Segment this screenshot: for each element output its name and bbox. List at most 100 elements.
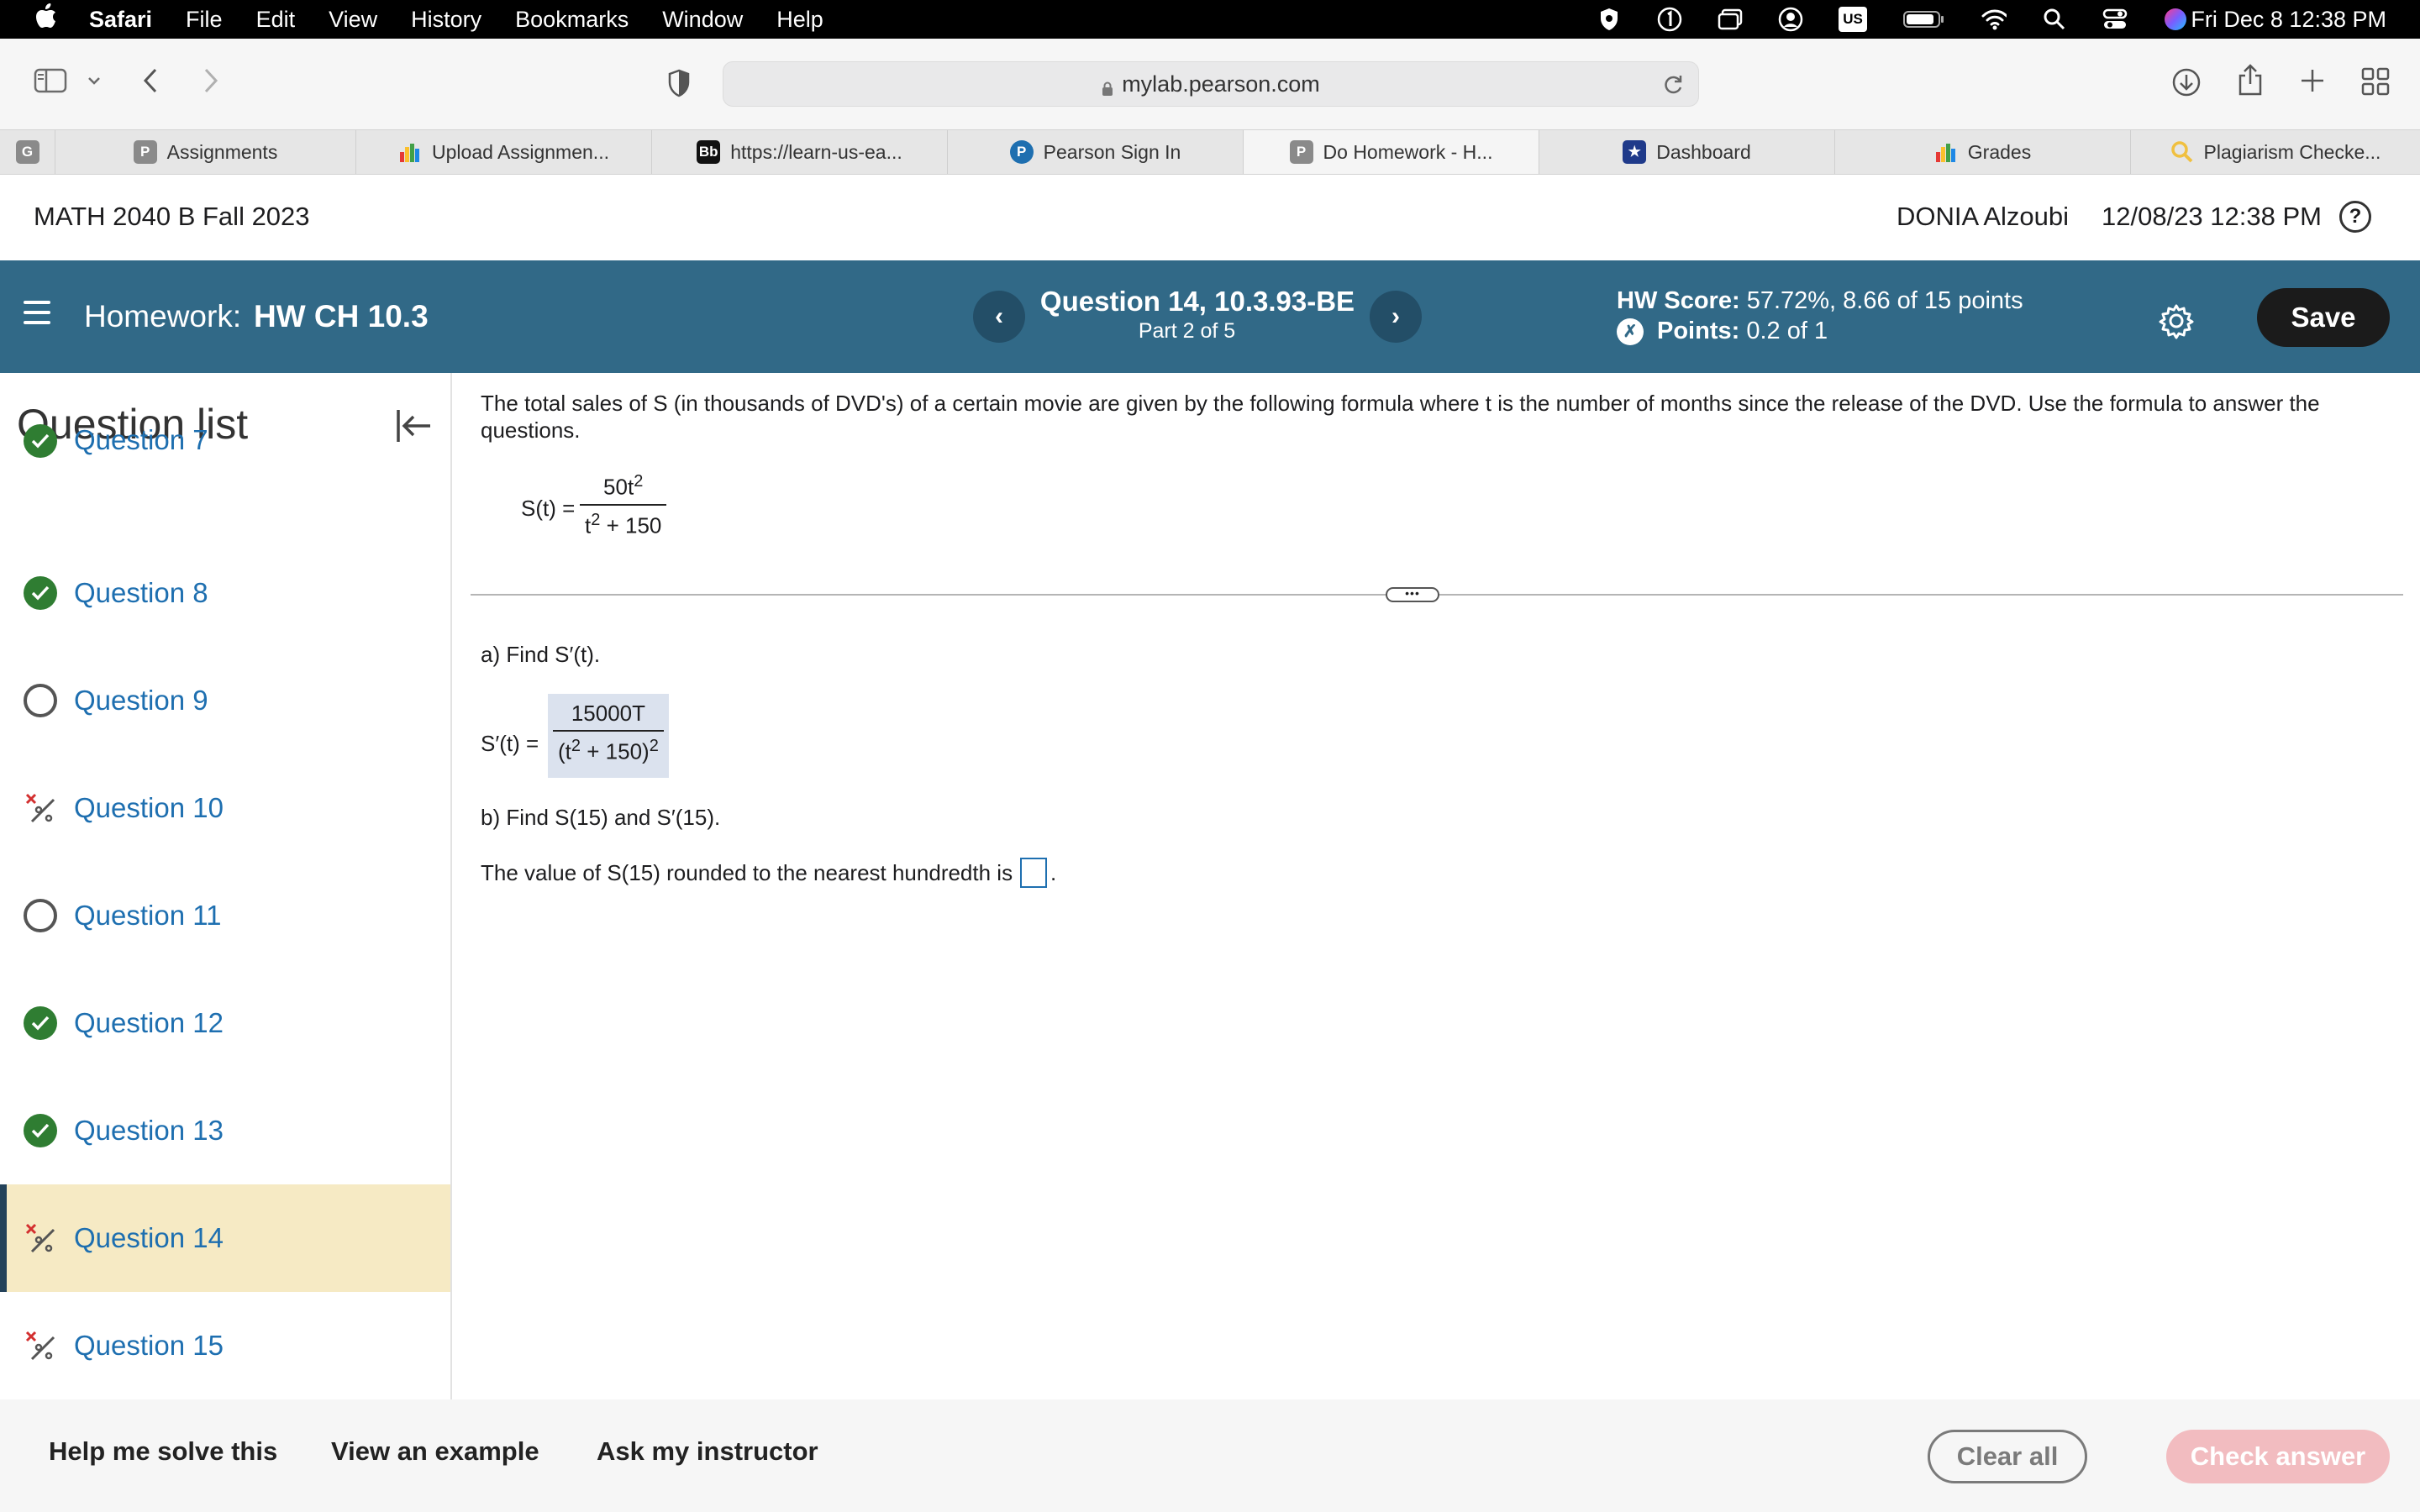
new-tab-icon[interactable] <box>2299 67 2326 94</box>
chevron-down-icon[interactable] <box>87 76 101 86</box>
homework-bar: Homework: HW CH 10.3 ‹ Question 14, 10.3… <box>0 260 2420 373</box>
menu-window[interactable]: Window <box>662 7 743 33</box>
user-circle-icon[interactable] <box>1778 7 1803 32</box>
status-icons: US <box>1597 0 2223 39</box>
question-item-14[interactable]: Question 14 <box>0 1184 450 1292</box>
pearson-favicon-icon: P <box>133 140 157 164</box>
question-item-15[interactable]: Question 15 <box>0 1292 450 1399</box>
question-item-13[interactable]: Question 13 <box>0 1077 450 1184</box>
answer-fraction[interactable]: 15000T (t2 + 150)2 <box>548 694 669 778</box>
downloads-icon[interactable] <box>2171 67 2202 97</box>
answer-lhs: S′(t) = <box>481 731 539 756</box>
address-bar[interactable]: mylab.pearson.com <box>723 61 1699 107</box>
part-a-text: a) Find S′(t). <box>481 642 601 667</box>
prompt-period: . <box>1050 860 1057 885</box>
footer-bar: Help me solve this View an example Ask m… <box>0 1399 2420 1512</box>
wifi-icon[interactable] <box>1981 7 2007 32</box>
battery-icon[interactable] <box>1902 7 1946 32</box>
help-me-solve-button[interactable]: Help me solve this <box>49 1436 277 1467</box>
tab-dashboard[interactable]: ★ Dashboard <box>1539 130 1835 174</box>
tab-overview-icon[interactable] <box>2361 67 2390 96</box>
ask-instructor-button[interactable]: Ask my instructor <box>597 1436 818 1467</box>
share-icon[interactable] <box>2237 64 2264 97</box>
question-item-8[interactable]: Question 8 <box>0 539 450 647</box>
tab-plagiarism-checker[interactable]: Plagiarism Checke... <box>2131 130 2420 174</box>
control-center-icon[interactable] <box>2102 7 2128 32</box>
question-label: Question 9 <box>74 685 208 716</box>
partial-credit-icon <box>24 1221 57 1255</box>
current-datetime: 12/08/23 12:38 PM <box>2102 202 2322 231</box>
menu-file[interactable]: File <box>186 7 223 33</box>
tab-blackboard[interactable]: Bb https://learn-us-ea... <box>652 130 948 174</box>
exponent: 2 <box>634 472 644 491</box>
question-label: Question 11 <box>74 900 222 931</box>
shield-icon[interactable] <box>1597 7 1622 32</box>
tab-assignments[interactable]: P Assignments <box>55 130 356 174</box>
save-button[interactable]: Save <box>2257 288 2390 347</box>
blackboard-favicon-icon: Bb <box>697 140 721 164</box>
divider-handle[interactable]: ••• <box>1386 587 1439 602</box>
question-item-11[interactable]: Question 11 <box>0 862 450 969</box>
tab-upload-assignment[interactable]: Upload Assignmen... <box>356 130 652 174</box>
pearson-favicon-icon: P <box>1009 140 1034 164</box>
partial-credit-icon <box>24 791 57 825</box>
question-item-9[interactable]: Question 9 <box>0 647 450 754</box>
url-text: mylab.pearson.com <box>1122 71 1320 97</box>
homework-label: Homework: <box>84 299 242 333</box>
help-icon[interactable]: ? <box>2339 201 2371 233</box>
settings-gear-icon[interactable] <box>2158 302 2195 339</box>
tab-pinned-g[interactable]: G <box>0 130 55 174</box>
g-favicon-icon: G <box>15 140 39 164</box>
check-answer-button[interactable]: Check answer <box>2166 1430 2390 1483</box>
hamburger-menu-icon[interactable] <box>24 301 50 324</box>
siri-icon[interactable] <box>2163 7 2188 32</box>
view-example-button[interactable]: View an example <box>331 1436 539 1467</box>
reload-icon[interactable] <box>1661 72 1685 102</box>
formula-fraction: 50t2 t2 + 150 <box>580 472 667 538</box>
question-label: Question 8 <box>74 577 208 608</box>
tab-pearson-sign-in[interactable]: P Pearson Sign In <box>948 130 1244 174</box>
window-icon[interactable] <box>1718 7 1743 32</box>
magnifier-favicon-icon <box>2170 140 2194 164</box>
menu-help[interactable]: Help <box>776 7 823 33</box>
course-title: MATH 2040 B Fall 2023 <box>34 202 310 231</box>
keyboard-flag-icon[interactable]: US <box>1839 7 1867 32</box>
forward-icon[interactable] <box>202 67 220 94</box>
tab-label: https://learn-us-ea... <box>730 140 902 163</box>
part-b-text: b) Find S(15) and S′(15). <box>481 805 721 830</box>
tab-label: Plagiarism Checke... <box>2203 140 2381 163</box>
tab-do-homework[interactable]: P Do Homework - H... <box>1244 130 1539 174</box>
question-item-7[interactable]: Question 7 <box>0 424 450 465</box>
completed-check-icon <box>24 1114 57 1147</box>
question-label: Question 12 <box>74 1007 224 1038</box>
question-item-12[interactable]: Question 12 <box>0 969 450 1077</box>
tab-label: Upload Assignmen... <box>432 140 609 163</box>
question-label: Question 13 <box>74 1115 224 1146</box>
one-icon[interactable] <box>1657 7 1682 32</box>
menubar-clock[interactable]: Fri Dec 8 12:38 PM <box>2191 0 2386 39</box>
chart-favicon-icon <box>398 140 422 164</box>
exponent: 2 <box>571 737 581 755</box>
question-title: Question 14, 10.3.93-BE <box>1039 286 1355 317</box>
sidebar-toggle-icon[interactable] <box>34 67 67 94</box>
back-icon[interactable] <box>141 67 160 94</box>
answer-numerator: 15000T <box>571 701 645 726</box>
menu-view[interactable]: View <box>329 7 377 33</box>
search-icon[interactable] <box>2042 7 2067 32</box>
completed-check-icon <box>24 576 57 610</box>
question-item-10[interactable]: Question 10 <box>0 754 450 862</box>
menu-history[interactable]: History <box>411 7 481 33</box>
tab-grades[interactable]: Grades <box>1835 130 2131 174</box>
s15-answer-input[interactable] <box>1020 858 1047 888</box>
chart-favicon-icon <box>1934 140 1958 164</box>
privacy-shield-icon[interactable] <box>667 69 691 97</box>
menu-safari[interactable]: Safari <box>89 7 152 33</box>
unanswered-circle-icon <box>24 899 57 932</box>
formula-denominator-rest: + 150 <box>606 512 662 538</box>
clear-all-button[interactable]: Clear all <box>1928 1430 2087 1483</box>
apple-menu-icon[interactable] <box>32 3 60 35</box>
formula-lhs: S(t) = <box>521 496 576 521</box>
next-question-button[interactable]: › <box>1370 291 1422 343</box>
menu-bookmarks[interactable]: Bookmarks <box>515 7 629 33</box>
menu-edit[interactable]: Edit <box>256 7 296 33</box>
